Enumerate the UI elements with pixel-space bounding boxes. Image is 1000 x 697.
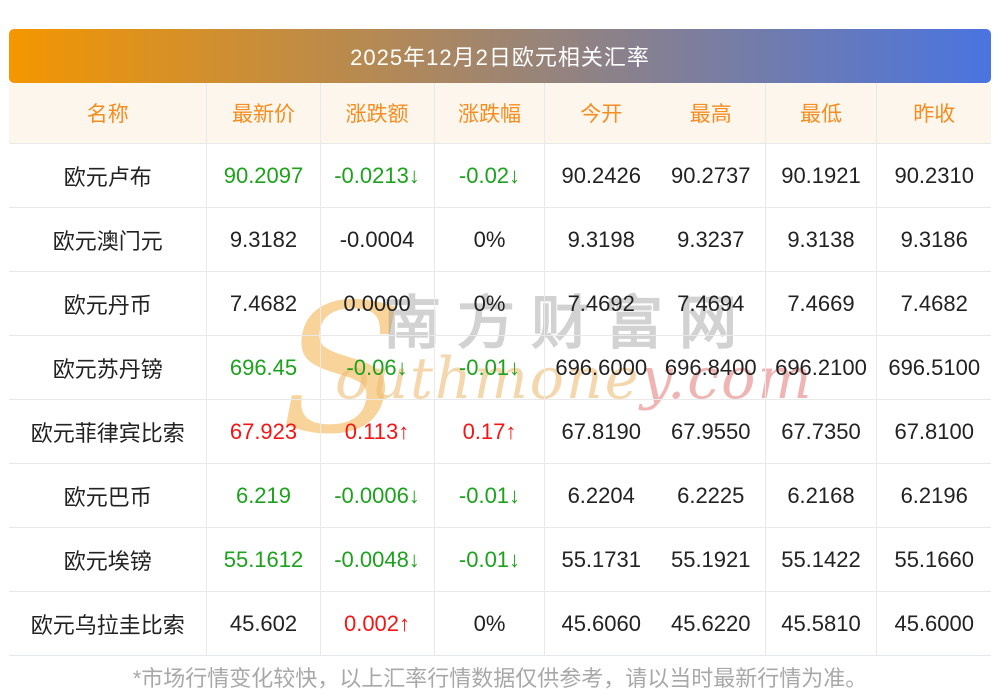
table-row: 欧元卢布 90.2097 -0.0213↓ -0.02↓ 90.2426 90.…	[9, 143, 991, 208]
table-row: 欧元埃镑 55.1612 -0.0048↓ -0.01↓ 55.1731 55.…	[9, 527, 991, 592]
rates-table-wrap: S 南方财富网 outhmoney.com 名称 最新价 涨跌额 涨跌幅 今开 …	[9, 83, 991, 656]
column-header-open: 今开	[544, 83, 657, 144]
table-row: 欧元丹币 7.4682 0.0000 0% 7.4692 7.4694 7.46…	[9, 271, 991, 336]
cell-prev-close: 67.8100	[876, 399, 991, 464]
cell-open: 696.6000	[544, 335, 657, 400]
cell-pair-name: 欧元菲律宾比索	[9, 399, 207, 464]
cell-change-amount: -0.0048↓	[319, 527, 434, 592]
cell-change-percent: 0%	[433, 591, 545, 656]
column-header-change-amount: 涨跌额	[319, 83, 434, 144]
cell-change-amount: 0.113↑	[319, 399, 434, 464]
table-row: 欧元苏丹镑 696.45 -0.06↓ -0.01↓ 696.6000 696.…	[9, 335, 991, 400]
cell-latest-price: 90.2097	[206, 143, 320, 208]
cell-change-amount: -0.0004	[319, 207, 434, 272]
cell-change-amount: -0.0213↓	[319, 143, 434, 208]
cell-latest-price: 696.45	[206, 335, 320, 400]
cell-prev-close: 55.1660	[876, 527, 991, 592]
cell-low: 55.1422	[764, 527, 877, 592]
cell-change-percent: -0.01↓	[433, 527, 545, 592]
page-title: 2025年12月2日欧元相关汇率	[350, 45, 650, 70]
column-header-change-percent: 涨跌幅	[433, 83, 545, 144]
cell-high: 9.3237	[656, 207, 765, 272]
cell-pair-name: 欧元丹币	[9, 271, 207, 336]
cell-high: 7.4694	[656, 271, 765, 336]
cell-change-percent: -0.01↓	[433, 335, 545, 400]
cell-low: 696.2100	[764, 335, 877, 400]
cell-change-percent: 0%	[433, 271, 545, 336]
table-row: 欧元巴币 6.219 -0.0006↓ -0.01↓ 6.2204 6.2225…	[9, 463, 991, 528]
cell-change-amount: 0.002↑	[319, 591, 434, 656]
cell-pair-name: 欧元乌拉圭比索	[9, 591, 207, 656]
header-row: 名称 最新价 涨跌额 涨跌幅 今开 最高 最低 昨收	[9, 83, 991, 144]
cell-open: 55.1731	[544, 527, 657, 592]
cell-prev-close: 6.2196	[876, 463, 991, 528]
cell-prev-close: 45.6000	[876, 591, 991, 656]
table-row: 欧元菲律宾比索 67.923 0.113↑ 0.17↑ 67.8190 67.9…	[9, 399, 991, 464]
exchange-rate-widget: 2025年12月2日欧元相关汇率 S 南方财富网 outhmoney.com 名…	[9, 29, 991, 693]
cell-change-amount: 0.0000	[319, 271, 434, 336]
cell-latest-price: 45.602	[206, 591, 320, 656]
cell-high: 45.6220	[656, 591, 765, 656]
cell-high: 90.2737	[656, 143, 765, 208]
cell-latest-price: 7.4682	[206, 271, 320, 336]
cell-low: 7.4669	[764, 271, 877, 336]
cell-open: 7.4692	[544, 271, 657, 336]
cell-change-percent: 0%	[433, 207, 545, 272]
rates-table: 名称 最新价 涨跌额 涨跌幅 今开 最高 最低 昨收 欧元卢布 90.2097 …	[9, 83, 991, 656]
cell-low: 45.5810	[764, 591, 877, 656]
cell-high: 6.2225	[656, 463, 765, 528]
cell-prev-close: 696.5100	[876, 335, 991, 400]
cell-prev-close: 7.4682	[876, 271, 991, 336]
table-row: 欧元澳门元 9.3182 -0.0004 0% 9.3198 9.3237 9.…	[9, 207, 991, 272]
table-row: 欧元乌拉圭比索 45.602 0.002↑ 0% 45.6060 45.6220…	[9, 591, 991, 656]
cell-latest-price: 9.3182	[206, 207, 320, 272]
cell-pair-name: 欧元澳门元	[9, 207, 207, 272]
column-header-prev-close: 昨收	[876, 83, 991, 144]
cell-pair-name: 欧元卢布	[9, 143, 207, 208]
cell-pair-name: 欧元巴币	[9, 463, 207, 528]
cell-change-amount: -0.0006↓	[319, 463, 434, 528]
cell-change-percent: 0.17↑	[433, 399, 545, 464]
disclaimer-text: *市场行情变化较快，以上汇率行情数据仅供参考，请以当时最新行情为准。	[132, 666, 868, 691]
cell-high: 67.9550	[656, 399, 765, 464]
cell-low: 6.2168	[764, 463, 877, 528]
cell-open: 45.6060	[544, 591, 657, 656]
column-header-high: 最高	[656, 83, 765, 144]
cell-high: 55.1921	[656, 527, 765, 592]
cell-latest-price: 55.1612	[206, 527, 320, 592]
cell-low: 90.1921	[764, 143, 877, 208]
cell-pair-name: 欧元埃镑	[9, 527, 207, 592]
cell-prev-close: 90.2310	[876, 143, 991, 208]
cell-low: 9.3138	[764, 207, 877, 272]
cell-change-percent: -0.01↓	[433, 463, 545, 528]
column-header-latest-price: 最新价	[206, 83, 320, 144]
cell-open: 90.2426	[544, 143, 657, 208]
cell-open: 6.2204	[544, 463, 657, 528]
column-header-low: 最低	[764, 83, 877, 144]
cell-change-amount: -0.06↓	[319, 335, 434, 400]
cell-latest-price: 6.219	[206, 463, 320, 528]
cell-low: 67.7350	[764, 399, 877, 464]
cell-high: 696.8400	[656, 335, 765, 400]
cell-pair-name: 欧元苏丹镑	[9, 335, 207, 400]
cell-latest-price: 67.923	[206, 399, 320, 464]
cell-change-percent: -0.02↓	[433, 143, 545, 208]
cell-prev-close: 9.3186	[876, 207, 991, 272]
cell-open: 67.8190	[544, 399, 657, 464]
cell-open: 9.3198	[544, 207, 657, 272]
column-header-name: 名称	[9, 83, 207, 144]
table-title-banner: 2025年12月2日欧元相关汇率	[9, 29, 991, 83]
